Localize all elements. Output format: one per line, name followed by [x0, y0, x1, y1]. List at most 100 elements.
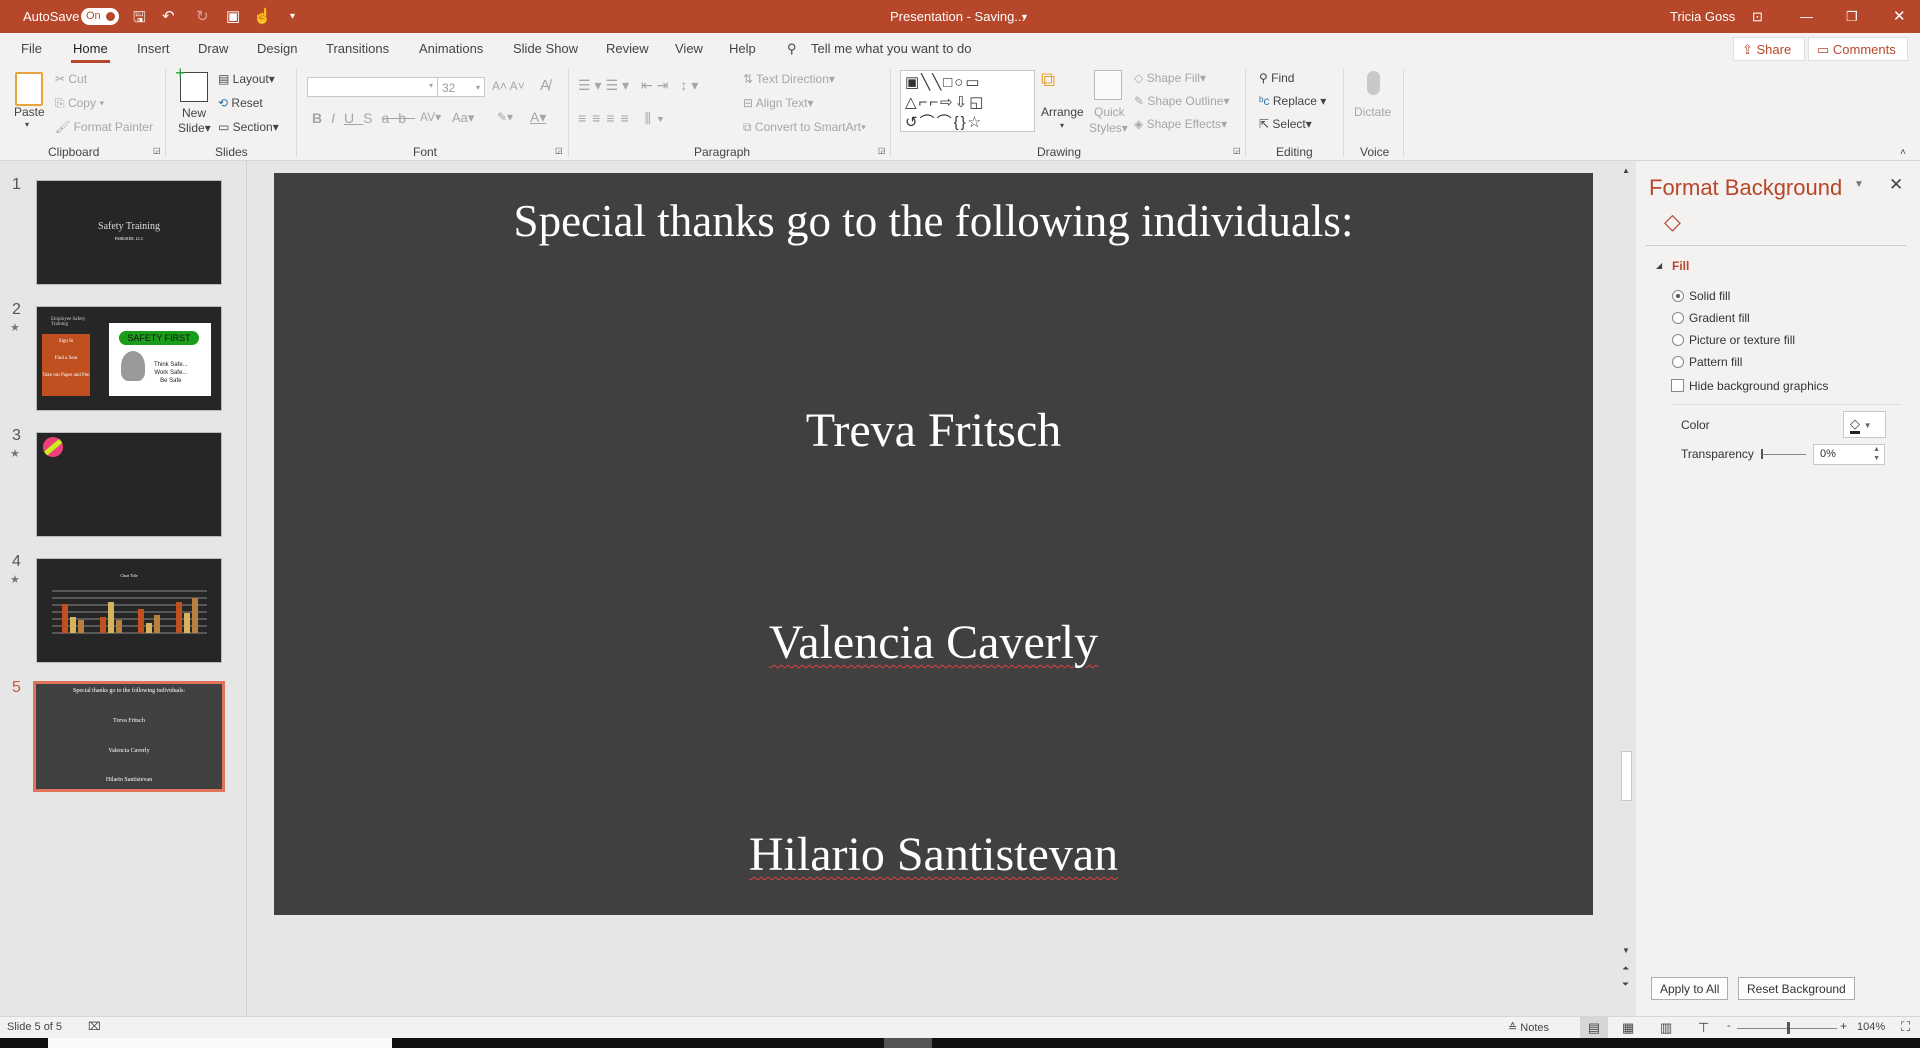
- search-icon[interactable]: ⚲: [787, 41, 797, 57]
- reset-background-button[interactable]: Reset Background: [1738, 977, 1855, 1000]
- notes-button[interactable]: ≙ Notes: [1508, 1021, 1549, 1034]
- share-button[interactable]: ⇪ Share: [1733, 37, 1805, 61]
- scroll-thumb[interactable]: [1621, 751, 1632, 801]
- clear-formatting-icon[interactable]: A̸: [540, 77, 550, 94]
- replace-button[interactable]: ᵇc Replace ▾: [1259, 94, 1326, 108]
- convert-smartart-button[interactable]: ⧉ Convert to SmartArt▾: [743, 120, 866, 135]
- reading-view-icon[interactable]: ▥: [1660, 1020, 1672, 1036]
- slide-title[interactable]: Special thanks go to the following indiv…: [274, 195, 1593, 247]
- zoom-slider-thumb[interactable]: [1787, 1022, 1790, 1034]
- transparency-slider[interactable]: [1761, 449, 1806, 459]
- vertical-scrollbar[interactable]: ▲ ▼ ⏶ ⏷: [1619, 161, 1634, 1016]
- slide-thumbnail-3[interactable]: [36, 432, 222, 537]
- slide-thumbnail-4[interactable]: Chart Title: [36, 558, 222, 663]
- collapse-ribbon-icon[interactable]: ˄: [1900, 147, 1906, 158]
- picture-texture-fill-label[interactable]: Picture or texture fill: [1689, 333, 1795, 347]
- tab-view[interactable]: View: [675, 41, 703, 56]
- paste-dropdown-icon[interactable]: ▾: [25, 120, 29, 129]
- highlight-icon[interactable]: ✎▾: [497, 110, 513, 124]
- zoom-slider[interactable]: [1737, 1022, 1837, 1034]
- layout-button[interactable]: ▤ Layout▾: [218, 72, 275, 86]
- comments-button[interactable]: ▭ Comments: [1808, 37, 1908, 61]
- taskbar-app[interactable]: [884, 1038, 932, 1048]
- slide-thumbnail-1[interactable]: Safety Training PARKSIDE, LLC: [36, 180, 222, 285]
- normal-view-icon[interactable]: ▤: [1580, 1017, 1608, 1038]
- slide-name-3[interactable]: Hilario Santistevan: [274, 827, 1593, 882]
- list-buttons[interactable]: ☰▾☰▾ ⇤⇥ ↕▾: [578, 77, 702, 94]
- zoom-out-icon[interactable]: -: [1727, 1020, 1731, 1032]
- collapse-fill-icon[interactable]: ◢: [1656, 261, 1662, 270]
- text-direction-button[interactable]: ⇅ Text Direction▾: [743, 72, 835, 86]
- shape-outline-button[interactable]: ✎ Shape Outline▾: [1134, 94, 1229, 108]
- tab-transitions[interactable]: Transitions: [326, 41, 389, 56]
- new-slide-icon[interactable]: +: [175, 63, 208, 102]
- hide-background-checkbox[interactable]: [1671, 379, 1684, 392]
- gradient-fill-label[interactable]: Gradient fill: [1689, 311, 1750, 325]
- drawing-launcher-icon[interactable]: ◲: [1233, 146, 1241, 155]
- tab-slide-show[interactable]: Slide Show: [513, 41, 578, 56]
- minimize-icon[interactable]: —: [1800, 9, 1813, 24]
- apply-to-all-button[interactable]: Apply to All: [1651, 977, 1729, 1000]
- slide-sorter-icon[interactable]: ▦: [1622, 1020, 1634, 1036]
- shapes-gallery[interactable]: ▣╲╲□○▭ △⌐⌐⇨⇩◱ ↺⌒⌒{}☆: [900, 70, 1035, 132]
- solid-fill-label[interactable]: Solid fill: [1689, 289, 1730, 303]
- arrange-icon[interactable]: ⧉: [1041, 69, 1055, 92]
- quick-label[interactable]: Quick: [1094, 105, 1125, 119]
- spinner-icon[interactable]: ▲ ▼: [1873, 445, 1880, 463]
- slide-name-2[interactable]: Valencia Caverly: [274, 615, 1593, 670]
- cut-button[interactable]: ✂ Cut: [55, 72, 87, 86]
- hide-background-label[interactable]: Hide background graphics: [1689, 379, 1828, 393]
- pane-options-icon[interactable]: ▼: [1854, 179, 1864, 190]
- color-picker-button[interactable]: ◇ ▼: [1843, 411, 1886, 438]
- scroll-down-icon[interactable]: ▼: [1622, 946, 1630, 955]
- undo-icon[interactable]: ↶: [162, 7, 175, 25]
- paste-button[interactable]: Paste: [14, 105, 45, 119]
- character-spacing-icon[interactable]: AV▾: [420, 110, 441, 124]
- picture-texture-fill-radio[interactable]: [1672, 334, 1684, 346]
- grow-font-icon[interactable]: A˄ A˅: [492, 79, 525, 93]
- fill-section-header[interactable]: Fill: [1672, 259, 1689, 273]
- slider-thumb[interactable]: [1761, 449, 1763, 459]
- copy-button[interactable]: ⎘ Copy ▾: [55, 96, 104, 111]
- slide-name-1[interactable]: Treva Fritsch: [274, 403, 1593, 458]
- restore-icon[interactable]: ❐: [1846, 9, 1858, 25]
- ribbon-display-icon[interactable]: ⊡: [1752, 9, 1763, 25]
- solid-fill-radio[interactable]: [1672, 290, 1684, 302]
- format-painter-button[interactable]: 🖌 Format Painter: [55, 120, 153, 134]
- start-slideshow-icon[interactable]: ▣: [226, 7, 240, 25]
- taskbar-search[interactable]: [48, 1038, 392, 1048]
- spelling-check-icon[interactable]: ⌧: [88, 1020, 101, 1033]
- redo-icon[interactable]: ↻: [196, 7, 209, 25]
- find-button[interactable]: ⚲ Find: [1259, 71, 1294, 85]
- section-button[interactable]: ▭ Section▾: [218, 120, 279, 134]
- arrange-dropdown-icon[interactable]: ▾: [1060, 121, 1064, 130]
- tab-design[interactable]: Design: [257, 41, 297, 56]
- close-pane-icon[interactable]: ✕: [1889, 175, 1903, 195]
- new-slide-label[interactable]: New: [182, 106, 206, 120]
- arrange-button[interactable]: Arrange: [1041, 105, 1084, 119]
- autosave-toggle[interactable]: On: [81, 8, 119, 25]
- styles-label[interactable]: Styles▾: [1089, 121, 1128, 135]
- scroll-up-icon[interactable]: ▲: [1622, 166, 1630, 175]
- shape-effects-button[interactable]: ◈ Shape Effects▾: [1134, 117, 1227, 131]
- tab-insert[interactable]: Insert: [137, 41, 170, 56]
- paragraph-launcher-icon[interactable]: ◲: [878, 146, 886, 155]
- fit-to-window-icon[interactable]: ⛶: [1901, 1019, 1910, 1035]
- next-slide-icon[interactable]: ⏷: [1622, 979, 1629, 990]
- previous-slide-icon[interactable]: ⏶: [1622, 963, 1629, 974]
- reset-button[interactable]: ⟲ Reset: [218, 96, 263, 110]
- slide-thumbnail-2[interactable]: Employee Safety Training Sign In Find a …: [36, 306, 222, 411]
- zoom-in-icon[interactable]: +: [1840, 1019, 1847, 1033]
- clipboard-launcher-icon[interactable]: ◲: [153, 146, 161, 155]
- zoom-level[interactable]: 104%: [1857, 1021, 1885, 1033]
- save-icon[interactable]: 🖫: [133, 7, 146, 32]
- slide-canvas[interactable]: Special thanks go to the following indiv…: [274, 173, 1593, 915]
- shape-fill-button[interactable]: ◇ Shape Fill▾: [1134, 71, 1206, 85]
- font-color-icon[interactable]: A▾: [530, 109, 546, 126]
- tell-me-search[interactable]: Tell me what you want to do: [811, 41, 971, 56]
- dictate-button[interactable]: Dictate: [1354, 105, 1391, 119]
- close-icon[interactable]: ✕: [1893, 7, 1906, 25]
- slide-thumbnail-5[interactable]: Special thanks go to the following indiv…: [33, 681, 225, 792]
- fill-icon[interactable]: ◇: [1664, 209, 1681, 235]
- slide-show-icon[interactable]: ⊤: [1698, 1020, 1709, 1036]
